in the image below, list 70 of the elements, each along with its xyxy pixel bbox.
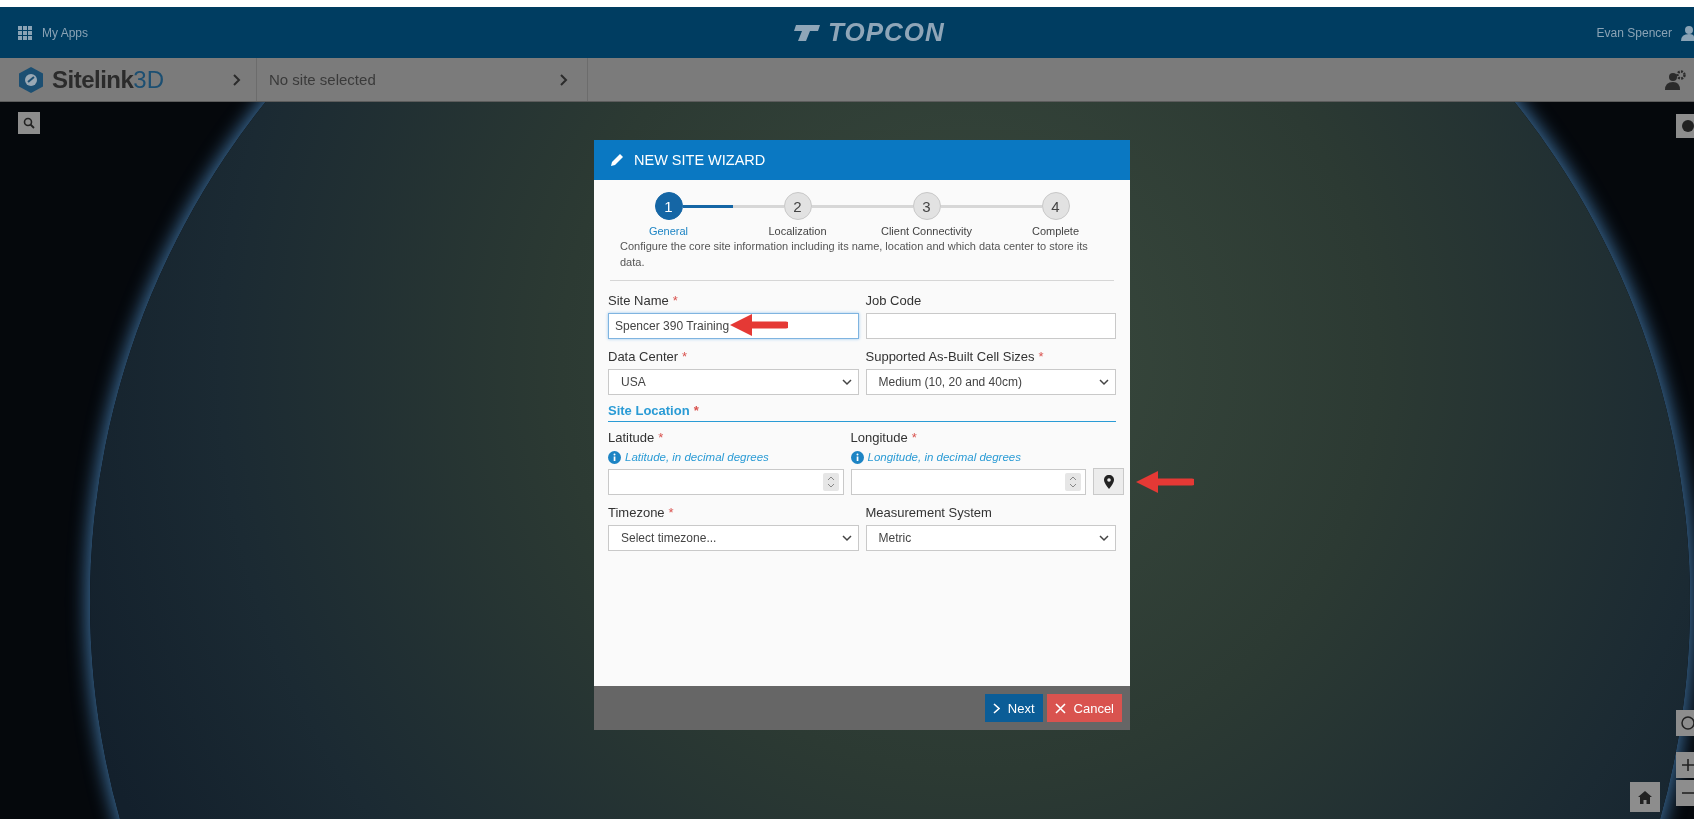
step-number[interactable]: 4 bbox=[1041, 192, 1070, 220]
globe-button[interactable] bbox=[1676, 114, 1694, 138]
select-field[interactable]: USA bbox=[608, 369, 859, 395]
product-name: Sitelink bbox=[52, 65, 134, 93]
required-mark: * bbox=[672, 293, 678, 308]
home-button[interactable] bbox=[1630, 782, 1660, 812]
chevron-right-icon[interactable] bbox=[559, 72, 569, 87]
spinner-arrows-icon[interactable] bbox=[1069, 476, 1077, 488]
product-suffix: 3D bbox=[133, 65, 165, 93]
chevron-down-icon bbox=[1099, 534, 1109, 542]
field-label: Job Code bbox=[865, 293, 922, 308]
text-field[interactable]: Spencer 390 Training bbox=[608, 313, 859, 339]
number-field[interactable] bbox=[850, 469, 1086, 495]
topcon-logo: TOPCON bbox=[828, 17, 945, 48]
next-button[interactable]: Next bbox=[984, 694, 1043, 722]
required-mark: * bbox=[668, 505, 674, 520]
chevron-right-icon bbox=[992, 702, 1000, 714]
select-field[interactable]: Select timezone... bbox=[608, 525, 859, 551]
step-description: Configure the core site information including its name, location and which data center to store its data. bbox=[619, 239, 1089, 270]
zoom-out-button[interactable] bbox=[1676, 780, 1694, 806]
text-field[interactable] bbox=[865, 313, 1116, 339]
home-icon bbox=[1638, 790, 1652, 804]
step-label[interactable]: General bbox=[648, 225, 689, 237]
search-button[interactable] bbox=[18, 112, 40, 134]
required-mark: * bbox=[693, 403, 699, 418]
my-apps-link[interactable]: My Apps bbox=[42, 25, 89, 40]
step-label[interactable]: Complete bbox=[1031, 225, 1080, 237]
search-icon bbox=[23, 117, 35, 129]
field-label: Latitude bbox=[608, 430, 655, 445]
cancel-button[interactable]: Cancel bbox=[1046, 694, 1122, 722]
pencil-icon bbox=[610, 153, 624, 167]
user-icon[interactable] bbox=[1680, 24, 1694, 41]
user-name[interactable]: Evan Spencer bbox=[1596, 25, 1672, 40]
required-mark: * bbox=[1038, 349, 1044, 364]
info-icon bbox=[608, 450, 621, 464]
sitelink-logo-icon bbox=[18, 65, 44, 94]
close-icon bbox=[1054, 702, 1066, 714]
map-pin-icon bbox=[1103, 474, 1114, 489]
step-label[interactable]: Localization bbox=[768, 225, 827, 237]
users-gear-icon[interactable] bbox=[1664, 68, 1688, 91]
required-mark: * bbox=[658, 430, 664, 445]
chevron-down-icon bbox=[841, 534, 852, 542]
chevron-down-icon bbox=[1099, 378, 1109, 386]
step-number[interactable]: 2 bbox=[783, 192, 812, 220]
field-hint: Latitude, in decimal degrees bbox=[625, 451, 769, 463]
field-label: Timezone bbox=[608, 505, 665, 520]
field-label: Measurement System bbox=[865, 505, 992, 520]
required-mark: * bbox=[911, 430, 917, 445]
step-number[interactable]: 1 bbox=[654, 192, 683, 220]
zoom-in-button[interactable] bbox=[1676, 752, 1694, 778]
chevron-down-icon bbox=[841, 378, 852, 386]
info-icon bbox=[850, 450, 864, 464]
select-field[interactable]: Metric bbox=[865, 525, 1116, 551]
step-label[interactable]: Client Connectivity bbox=[880, 225, 973, 237]
chevron-right-icon[interactable] bbox=[232, 72, 242, 87]
select-field[interactable]: Medium (10, 20 and 40cm) bbox=[865, 369, 1116, 395]
field-hint: Longitude, in decimal degrees bbox=[867, 451, 1021, 463]
spinner-arrows-icon[interactable] bbox=[826, 476, 835, 488]
step-number[interactable]: 3 bbox=[912, 192, 941, 220]
field-label: Supported As-Built Cell Sizes bbox=[865, 349, 1035, 364]
help-button[interactable] bbox=[1676, 710, 1694, 736]
field-label: Data Center bbox=[608, 349, 679, 364]
required-mark: * bbox=[682, 349, 688, 364]
number-field[interactable] bbox=[608, 469, 844, 495]
section-title: Site Location bbox=[608, 403, 690, 418]
field-label: Site Name bbox=[608, 293, 669, 308]
dialog-title: NEW SITE WIZARD bbox=[634, 152, 766, 168]
plus-icon bbox=[1682, 759, 1694, 771]
apps-grid-icon[interactable] bbox=[18, 25, 32, 40]
field-label: Longitude bbox=[850, 430, 908, 445]
